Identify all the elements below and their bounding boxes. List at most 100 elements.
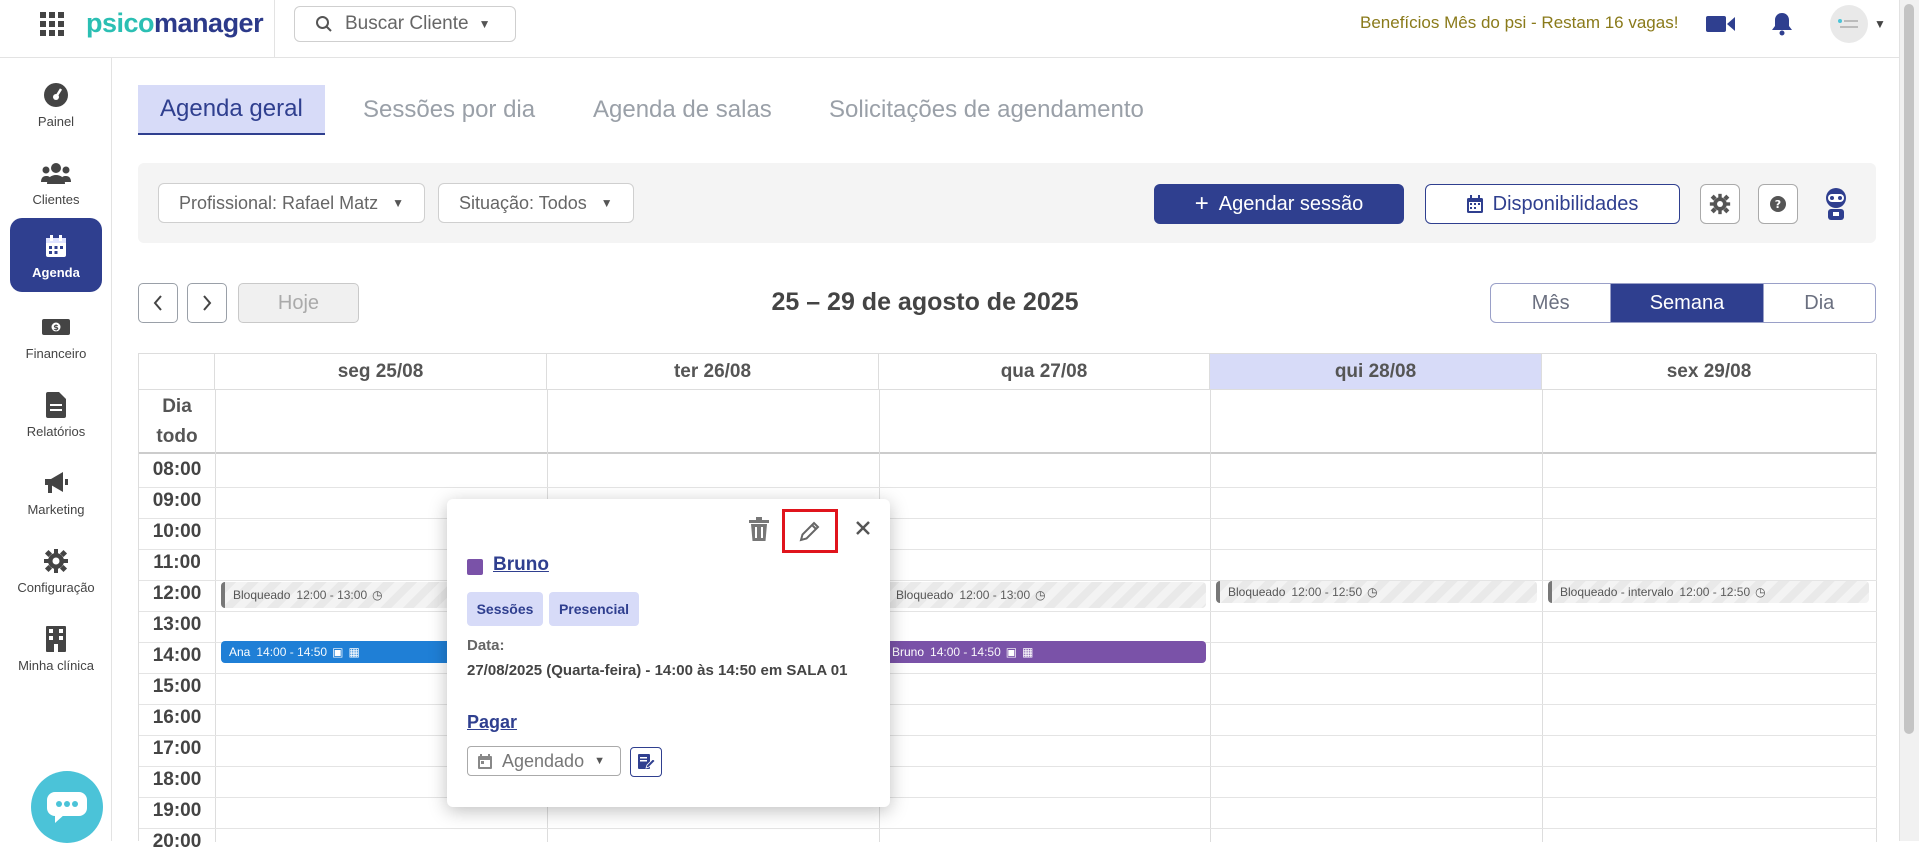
video-camera-icon[interactable]	[1706, 14, 1736, 39]
tab-agenda-geral[interactable]: Agenda geral	[138, 85, 325, 135]
time-label: 08:00	[152, 459, 202, 480]
grid-line	[1876, 354, 1877, 842]
time-label: 19:00	[152, 800, 202, 821]
day-header-today[interactable]: qui 28/08	[1210, 354, 1542, 390]
clock-icon: ◷	[372, 588, 383, 602]
apps-grid-icon[interactable]	[40, 12, 64, 36]
sidebar-item-label: Agenda	[32, 264, 80, 280]
sidebar-item-marketing[interactable]: Marketing	[10, 456, 102, 528]
grid-line	[139, 828, 1877, 829]
session-event[interactable]: Bruno 14:00 - 14:50 ▣ ▦	[884, 641, 1206, 663]
view-day-button[interactable]: Dia	[1764, 284, 1875, 322]
divider	[274, 0, 275, 58]
availability-label: Disponibilidades	[1492, 192, 1639, 215]
chat-support-button[interactable]	[31, 771, 103, 843]
grid-line	[139, 704, 1877, 705]
sidebar-item-label: Configuração	[17, 579, 95, 595]
pay-link[interactable]: Pagar	[467, 712, 517, 733]
sidebar-item-minha-clinica[interactable]: Minha clínica	[10, 612, 102, 684]
time-label: 11:00	[153, 552, 201, 573]
event-time: 12:00 - 13:00	[296, 588, 368, 602]
sidebar-item-clientes[interactable]: Clientes	[10, 146, 102, 218]
tab-agenda-de-salas[interactable]: Agenda de salas	[593, 85, 772, 135]
svg-text:?: ?	[1775, 198, 1781, 211]
event-title: Bloqueado	[896, 588, 954, 602]
money-icon: $	[42, 312, 70, 342]
close-icon[interactable]	[855, 520, 871, 536]
sidebar-item-label: Financeiro	[25, 345, 87, 361]
sidebar-item-label: Clientes	[32, 191, 80, 207]
day-header[interactable]: seg 25/08	[215, 354, 547, 390]
professional-filter[interactable]: Profissional: Rafael Matz ▼	[158, 183, 425, 223]
sidebar-item-relatorios[interactable]: Relatórios	[10, 378, 102, 450]
blocked-event[interactable]: Bloqueado 12:00 - 13:00 ◷	[884, 582, 1206, 608]
grid-line	[139, 549, 1877, 550]
tab-solicitacoes[interactable]: Solicitações de agendamento	[829, 85, 1144, 135]
event-details-popup: Bruno Sessões Presencial Data: 27/08/202…	[447, 499, 890, 807]
session-type-chip: Sessões	[467, 592, 543, 626]
blocked-event[interactable]: Bloqueado - intervalo 12:00 - 12:50 ◷	[1548, 581, 1869, 603]
trash-icon[interactable]	[749, 517, 769, 541]
all-day-row[interactable]	[139, 390, 1877, 454]
event-time: 12:00 - 13:00	[959, 588, 1031, 602]
logo-part-1: psico	[86, 8, 155, 38]
all-day-label-line: Dia	[162, 396, 192, 417]
grid-line	[139, 797, 1877, 798]
previous-week-button[interactable]	[138, 283, 178, 323]
calendar-icon: ▣	[332, 645, 344, 659]
sidebar-item-agenda[interactable]: Agenda	[10, 218, 102, 292]
assistant-robot-button[interactable]	[1816, 184, 1856, 224]
grid-line	[139, 611, 1877, 612]
day-header[interactable]: sex 29/08	[1542, 354, 1877, 390]
week-calendar: seg 25/08 ter 26/08 qua 27/08 qui 28/08 …	[138, 353, 1877, 852]
status-dropdown[interactable]: Agendado ▼	[467, 746, 621, 776]
edit-notes-button[interactable]	[630, 747, 662, 777]
app-logo[interactable]: psicomanager	[86, 8, 264, 39]
event-title: Ana	[229, 645, 251, 659]
time-label: 20:00	[152, 831, 202, 852]
avatar[interactable]	[1830, 5, 1868, 48]
event-title: Bruno	[892, 645, 925, 659]
sidebar-item-financeiro[interactable]: $ Financeiro	[10, 300, 102, 372]
calendar-icon	[45, 231, 67, 261]
professional-filter-label: Profissional: Rafael Matz	[179, 192, 379, 213]
view-month-button[interactable]: Mês	[1491, 284, 1612, 322]
gear-icon	[1709, 193, 1731, 215]
event-time: 12:00 - 12:50	[1679, 585, 1751, 599]
promo-banner[interactable]: Benefícios Mês do psi - Restam 16 vagas!	[1360, 13, 1678, 33]
time-label: 10:00	[152, 521, 202, 542]
sidebar-item-label: Minha clínica	[18, 657, 94, 673]
day-header[interactable]: qua 27/08	[879, 354, 1210, 390]
schedule-session-button[interactable]: + Agendar sessão	[1154, 184, 1404, 224]
bell-icon[interactable]	[1771, 12, 1793, 41]
status-value: Agendado	[502, 750, 585, 771]
event-time: 14:00 - 14:50	[256, 645, 328, 659]
settings-button[interactable]	[1700, 184, 1740, 224]
tab-sessoes-por-dia[interactable]: Sessões por dia	[363, 85, 535, 135]
view-week-button[interactable]: Semana	[1611, 284, 1764, 322]
calendar-icon: ▣	[1005, 645, 1018, 659]
client-name-link[interactable]: Bruno	[493, 554, 549, 576]
event-time: 12:00 - 12:50	[1291, 585, 1363, 599]
scrollbar-thumb[interactable]	[1904, 4, 1914, 734]
availability-button[interactable]: Disponibilidades	[1425, 184, 1680, 224]
sidebar-item-painel[interactable]: Painel	[10, 68, 102, 140]
status-filter[interactable]: Situação: Todos ▼	[438, 183, 634, 223]
event-time: 14:00 - 14:50	[930, 645, 1001, 659]
calendar-icon	[478, 753, 492, 769]
blocked-event[interactable]: Bloqueado 12:00 - 12:50 ◷	[1216, 581, 1537, 603]
search-label: Buscar Cliente	[345, 13, 469, 34]
chevron-down-icon[interactable]: ▼	[1874, 17, 1886, 31]
next-week-button[interactable]	[187, 283, 227, 323]
grid-line	[1210, 390, 1211, 842]
all-day-label: Dia todo	[139, 390, 215, 454]
filter-bar: Profissional: Rafael Matz ▼ Situação: To…	[138, 163, 1876, 243]
sidebar-item-configuracao[interactable]: Configuração	[10, 534, 102, 606]
event-title: Bloqueado - intervalo	[1560, 585, 1674, 599]
day-header[interactable]: ter 26/08	[547, 354, 879, 390]
help-button[interactable]: ?	[1758, 184, 1798, 224]
edit-button[interactable]	[782, 509, 838, 553]
today-button[interactable]: Hoje	[238, 283, 359, 323]
search-client-dropdown[interactable]: Buscar Cliente ▼	[294, 6, 516, 42]
grid-line	[215, 390, 216, 842]
